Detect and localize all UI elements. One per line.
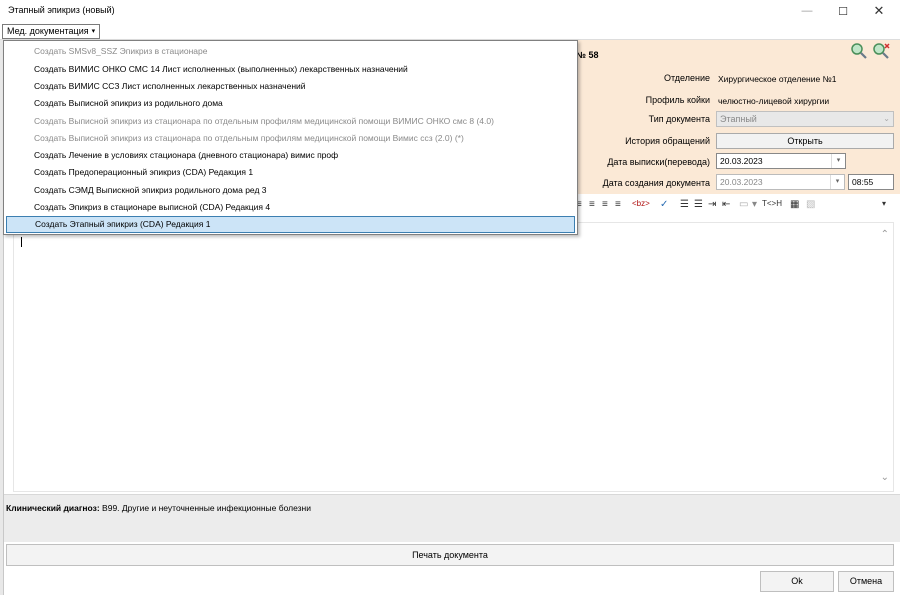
menu-item: Создать Выписной эпикриз из стационара п… bbox=[34, 116, 494, 126]
discharge-date-input[interactable]: 20.03.2023 ▾ bbox=[716, 153, 846, 169]
menu-item: Создать Выписной эпикриз из стационара п… bbox=[34, 133, 464, 143]
diagnosis-value: B99. Другие и неуточненные инфекционные … bbox=[99, 503, 311, 513]
title-bar: Этапный эпикриз (новый) — ☐ ✕ bbox=[0, 0, 900, 22]
image-icon[interactable]: ▧ bbox=[806, 199, 815, 210]
align-left-icon[interactable]: ≡ bbox=[602, 199, 608, 210]
menu-item[interactable]: Создать ВИМИС ССЗ Лист исполненных лекар… bbox=[6, 78, 575, 95]
chevron-down-icon[interactable]: ▾ bbox=[831, 154, 845, 168]
overflow-icon[interactable]: ▾ bbox=[882, 199, 886, 208]
field-tag-icon[interactable]: <bz> bbox=[632, 199, 650, 208]
clinical-diagnosis: Клинический диагноз: B99. Другие и неуто… bbox=[6, 503, 311, 513]
bed-profile-value: челюстно-лицевой хирургии bbox=[718, 96, 830, 106]
search-icon[interactable] bbox=[850, 42, 868, 60]
doc-type-select: Этапный ⌄ bbox=[716, 111, 894, 127]
chevron-down-icon: ⌄ bbox=[883, 114, 890, 123]
bulleted-list-icon[interactable]: ☰ bbox=[694, 199, 703, 210]
text-caret bbox=[21, 237, 22, 247]
created-date-input: 20.03.2023 ▾ bbox=[716, 174, 845, 190]
justify-icon[interactable]: ≡ bbox=[615, 199, 621, 210]
calendar-icon: ▾ bbox=[830, 175, 844, 189]
history-open-button[interactable]: Открыть bbox=[716, 133, 894, 149]
chevron-down-icon: ▾ bbox=[91, 28, 96, 35]
menu-item[interactable]: Создать ВИМИС ОНКО СМС 14 Лист исполненн… bbox=[6, 61, 575, 78]
numbered-list-icon[interactable]: ☰ bbox=[680, 199, 689, 210]
maximize-button[interactable]: ☐ bbox=[826, 0, 860, 22]
document-editor[interactable]: ⌃ ⌄ bbox=[13, 222, 894, 492]
color-icon[interactable]: ▭ bbox=[739, 199, 748, 210]
menu-item-selected[interactable]: Создать Этапный эпикриз (CDA) Редакция 1 bbox=[6, 216, 575, 233]
menu-item: Создать SMSv8_SSZ Эпикриз в стационаре bbox=[34, 46, 208, 56]
close-button[interactable]: ✕ bbox=[862, 0, 896, 22]
med-docs-menu-button[interactable]: Мед. документация ▾ bbox=[2, 24, 101, 39]
search-clear-icon[interactable] bbox=[872, 42, 890, 60]
menu-bar: Мед. документация ▾ bbox=[0, 23, 900, 40]
spellcheck-icon[interactable]: ✓ bbox=[660, 199, 668, 210]
med-docs-dropdown: Создать SMSv8_SSZ Эпикриз в стационаре С… bbox=[3, 40, 578, 235]
menu-item[interactable]: Создать Эпикриз в стационаре выписной (C… bbox=[6, 199, 575, 216]
diagnosis-bar: Клинический диагноз: B99. Другие и неуто… bbox=[4, 494, 900, 542]
department-value: Хирургическое отделение №1 bbox=[718, 74, 837, 84]
menu-item[interactable]: Создать СЭМД Выпискной эпикриз родильног… bbox=[6, 182, 575, 199]
scroll-up-icon[interactable]: ⌃ bbox=[881, 229, 889, 240]
ok-button[interactable]: Ok bbox=[760, 571, 834, 592]
cancel-button[interactable]: Отмена bbox=[838, 571, 894, 592]
minimize-button[interactable]: — bbox=[790, 0, 824, 22]
doc-type-value: Этапный bbox=[720, 114, 757, 124]
table-icon[interactable]: ▦ bbox=[790, 199, 799, 210]
created-time-input[interactable]: 08:55 bbox=[848, 174, 894, 190]
menu-item[interactable]: Создать Лечение в условиях стационара (д… bbox=[6, 147, 575, 164]
scroll-down-icon[interactable]: ⌄ bbox=[881, 472, 889, 483]
chevron-down-icon[interactable]: ▾ bbox=[752, 199, 757, 210]
print-document-button[interactable]: Печать документа bbox=[6, 544, 894, 566]
indent-icon[interactable]: ⇥ bbox=[708, 199, 716, 210]
document-number: № 58 bbox=[576, 50, 599, 60]
align-center-icon[interactable]: ≡ bbox=[589, 199, 595, 210]
menu-label: Мед. документация bbox=[7, 26, 89, 36]
diagnosis-label: Клинический диагноз: bbox=[6, 503, 100, 513]
window-title: Этапный эпикриз (новый) bbox=[8, 5, 115, 15]
menu-item[interactable]: Создать Выписной эпикриз из родильного д… bbox=[6, 95, 575, 112]
outdent-icon[interactable]: ⇤ bbox=[722, 199, 730, 210]
text-case-icon[interactable]: T<>H bbox=[762, 199, 782, 208]
created-date-value: 20.03.2023 bbox=[720, 177, 763, 187]
menu-item[interactable]: Создать Предоперационный эпикриз (CDA) Р… bbox=[6, 164, 575, 181]
discharge-date-value: 20.03.2023 bbox=[720, 156, 763, 166]
